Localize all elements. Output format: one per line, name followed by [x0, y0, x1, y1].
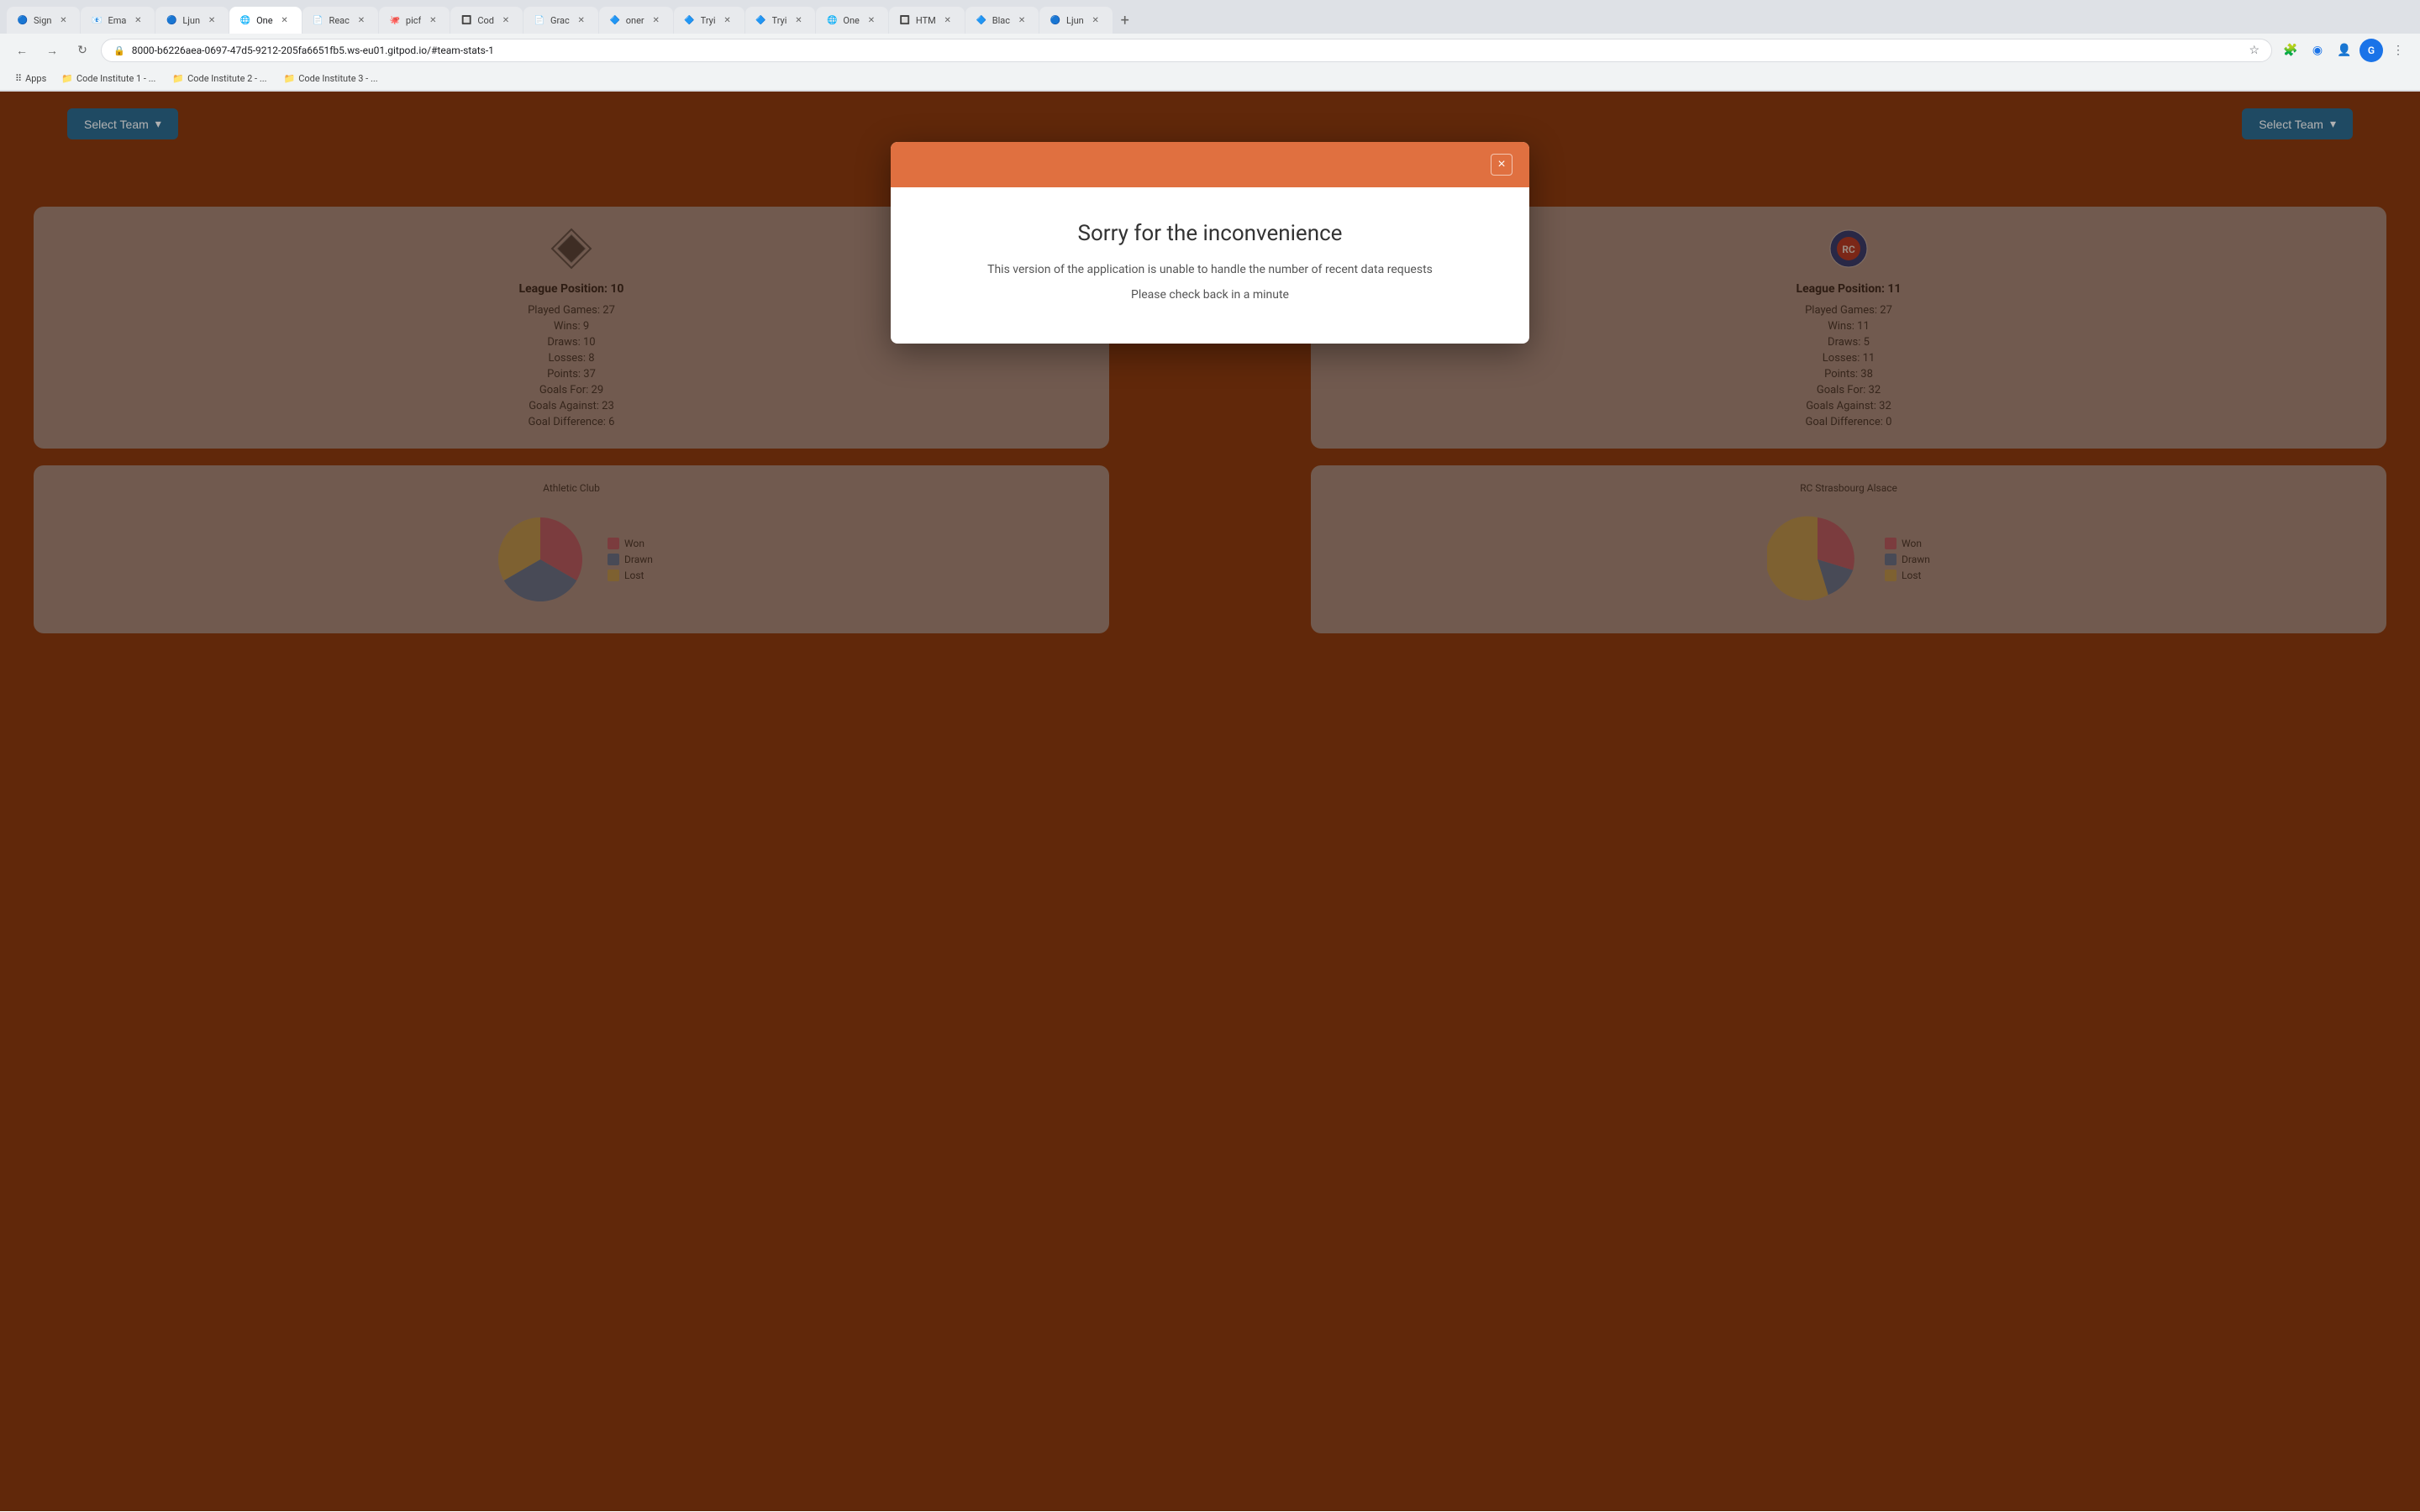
tab-picf[interactable]: 🐙 picf ✕ [379, 7, 450, 34]
tab-title-tryi1: Tryi [701, 15, 716, 26]
bookmark-code-institute-3[interactable]: 📁 Code Institute 3 - ... [277, 71, 385, 87]
bookmarks-bar: ⠿ Apps 📁 Code Institute 1 - ... 📁 Code I… [0, 67, 2420, 91]
modal-body: Sorry for the inconvenience This version… [891, 187, 1529, 344]
tab-ljun2[interactable]: 🔵 Ljun ✕ [1039, 7, 1113, 34]
tab-close-sign[interactable]: ✕ [56, 13, 70, 27]
tab-close-cod[interactable]: ✕ [499, 13, 513, 27]
tab-cod[interactable]: 🔲 Cod ✕ [450, 7, 523, 34]
bookmark-label-2: Code Institute 2 - ... [187, 73, 266, 84]
tab-tryi1[interactable]: 🔷 Tryi ✕ [674, 7, 744, 34]
tab-grac[interactable]: 📄 Grac ✕ [523, 7, 598, 34]
tab-close-oner[interactable]: ✕ [650, 13, 663, 27]
tab-title-sign: Sign [34, 15, 51, 26]
tab-favicon-cod: 🔲 [460, 14, 472, 26]
tab-title-html: HTM [916, 15, 936, 26]
tab-favicon-ljun1: 🔵 [166, 14, 177, 26]
tab-html[interactable]: 🔲 HTM ✕ [889, 7, 965, 34]
modal-note: Please check back in a minute [916, 288, 1504, 302]
tab-title-oner: oner [626, 15, 644, 26]
folder-icon-1: 📁 [61, 73, 73, 84]
new-tab-button[interactable]: + [1113, 8, 1137, 32]
tab-close-ljun2[interactable]: ✕ [1089, 13, 1102, 27]
tab-title-email: Ema [108, 15, 126, 26]
menu-button[interactable]: ⋮ [2386, 39, 2410, 62]
bookmark-label-3: Code Institute 3 - ... [298, 73, 377, 84]
apps-bookmark[interactable]: ⠿ Apps [10, 71, 51, 87]
tab-one2[interactable]: 🌐 One ✕ [816, 7, 887, 34]
account-icon[interactable]: 👤 [2333, 39, 2356, 62]
modal-dialog: × Sorry for the inconvenience This versi… [891, 142, 1529, 344]
tab-bar: 🔵 Sign ✕ 📧 Ema ✕ 🔵 Ljun ✕ 🌐 One ✕ 📄 Reac… [0, 0, 2420, 34]
star-icon[interactable]: ☆ [2249, 44, 2260, 57]
tab-close-grac[interactable]: ✕ [575, 13, 588, 27]
profile-button[interactable]: G [2360, 39, 2383, 62]
tab-favicon-one: 🌐 [239, 14, 251, 26]
tab-title-cod: Cod [477, 15, 494, 26]
modal-subtitle: This version of the application is unabl… [916, 263, 1504, 276]
tab-title-one2: One [843, 15, 859, 26]
reload-button[interactable]: ↻ [71, 39, 94, 62]
tab-favicon-html: 🔲 [899, 14, 911, 26]
address-bar: ← → ↻ 🔒 8000-b6226aea-0697-47d5-9212-205… [0, 34, 2420, 67]
bookmark-code-institute-1[interactable]: 📁 Code Institute 1 - ... [55, 71, 162, 87]
bookmark-code-institute-2[interactable]: 📁 Code Institute 2 - ... [166, 71, 273, 87]
tab-tryi2[interactable]: 🔷 Tryi ✕ [745, 7, 816, 34]
extensions-button[interactable]: 🧩 [2279, 39, 2302, 62]
tab-favicon-grac: 📄 [534, 14, 545, 26]
tab-close-ljun1[interactable]: ✕ [205, 13, 218, 27]
modal-overlay: × Sorry for the inconvenience This versi… [0, 92, 2420, 1511]
tab-favicon-one2: 🌐 [826, 14, 838, 26]
tab-close-one[interactable]: ✕ [278, 13, 292, 27]
browser-actions: 🧩 ◉ 👤 G ⋮ [2279, 39, 2410, 62]
url-text: 8000-b6226aea-0697-47d5-9212-205fa6651fb… [132, 45, 2243, 56]
tab-one[interactable]: 🌐 One ✕ [229, 7, 301, 34]
tab-email[interactable]: 📧 Ema ✕ [81, 7, 155, 34]
tab-title-one: One [256, 15, 272, 26]
forward-button[interactable]: → [40, 39, 64, 62]
tab-oner[interactable]: 🔷 oner ✕ [599, 7, 673, 34]
tab-title-tryi2: Tryi [772, 15, 787, 26]
tab-favicon-tryi1: 🔷 [684, 14, 696, 26]
tab-favicon-picf: 🐙 [389, 14, 401, 26]
tab-favicon-tryi2: 🔷 [755, 14, 767, 26]
tab-favicon-reac: 📄 [313, 14, 324, 26]
tab-close-tryi2[interactable]: ✕ [792, 13, 805, 27]
tab-close-blac[interactable]: ✕ [1015, 13, 1028, 27]
tab-close-reac[interactable]: ✕ [355, 13, 368, 27]
tab-favicon-blac: 🔷 [976, 14, 987, 26]
tab-title-grac: Grac [550, 15, 570, 26]
tab-close-one2[interactable]: ✕ [865, 13, 878, 27]
tab-reac[interactable]: 📄 Reac ✕ [302, 7, 378, 34]
apps-label: Apps [25, 73, 46, 84]
tab-sign[interactable]: 🔵 Sign ✕ [7, 7, 80, 34]
back-button[interactable]: ← [10, 39, 34, 62]
url-bar[interactable]: 🔒 8000-b6226aea-0697-47d5-9212-205fa6651… [101, 39, 2272, 62]
tab-favicon-sign: 🔵 [17, 14, 29, 26]
tab-title-blac: Blac [992, 15, 1010, 26]
tab-favicon-ljun2: 🔵 [1050, 14, 1061, 26]
tab-close-tryi1[interactable]: ✕ [721, 13, 734, 27]
chrome-icon[interactable]: ◉ [2306, 39, 2329, 62]
folder-icon-3: 📁 [284, 73, 296, 84]
tab-favicon-oner: 🔷 [609, 14, 621, 26]
app-container: Select Team ▾ Select Team ▾ League Posit… [0, 92, 2420, 1511]
tab-close-html[interactable]: ✕ [941, 13, 955, 27]
folder-icon-2: 📁 [172, 73, 184, 84]
tab-blac[interactable]: 🔷 Blac ✕ [965, 7, 1039, 34]
tab-title-picf: picf [406, 15, 421, 26]
tab-close-email[interactable]: ✕ [131, 13, 145, 27]
tab-ljun1[interactable]: 🔵 Ljun ✕ [155, 7, 229, 34]
tab-favicon-email: 📧 [91, 14, 103, 26]
modal-title: Sorry for the inconvenience [916, 221, 1504, 246]
bookmark-label-1: Code Institute 1 - ... [76, 73, 155, 84]
browser-chrome: 🔵 Sign ✕ 📧 Ema ✕ 🔵 Ljun ✕ 🌐 One ✕ 📄 Reac… [0, 0, 2420, 92]
tab-title-ljun2: Ljun [1066, 15, 1084, 26]
tab-title-ljun1: Ljun [182, 15, 200, 26]
modal-header: × [891, 142, 1529, 187]
tab-title-reac: Reac [329, 15, 350, 26]
tab-close-picf[interactable]: ✕ [426, 13, 439, 27]
modal-close-button[interactable]: × [1491, 154, 1512, 176]
apps-grid-icon: ⠿ [15, 73, 22, 84]
lock-icon: 🔒 [113, 45, 125, 56]
